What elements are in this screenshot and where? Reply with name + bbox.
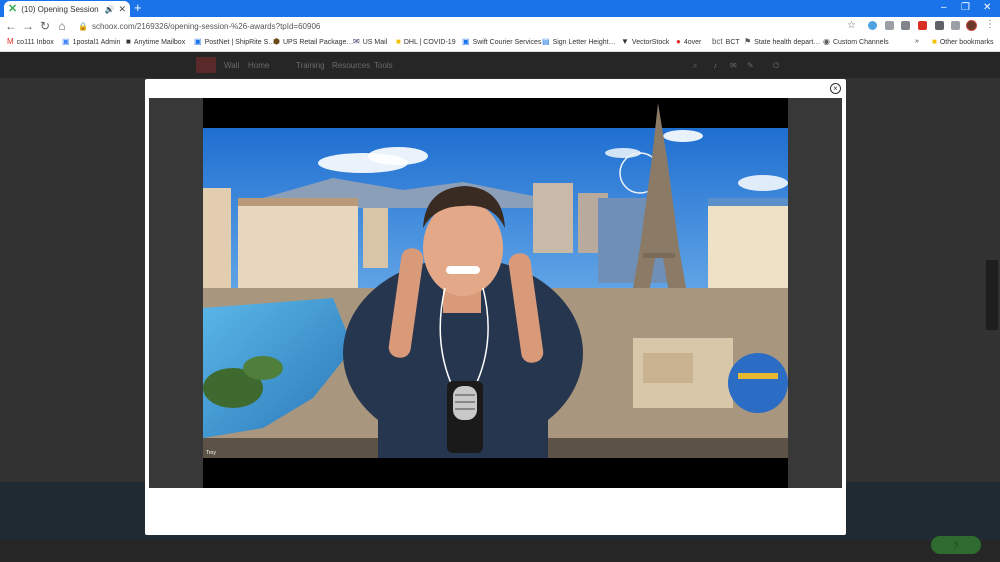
user-menu-icon[interactable]: ⏻ — [773, 61, 779, 71]
browser-toolbar: ← → ↻ ⌂ 🔒 schoox.com/2169326/opening-ses… — [0, 17, 1000, 36]
bookmark-item[interactable]: ■ Anytime Mailbox — [126, 38, 185, 46]
help-button[interactable]: ? — [931, 536, 981, 554]
bookmark-item[interactable]: ● 4over — [676, 38, 701, 46]
bookmark-item[interactable]: ▣ Swift Courier Services — [462, 38, 541, 46]
address-bar[interactable]: 🔒 schoox.com/2169326/opening-session-%26… — [78, 19, 858, 34]
bookmark-item[interactable]: ▣ PostNet | ShipRite S… — [194, 38, 275, 46]
forward-arrow-icon[interactable]: → — [19, 19, 37, 33]
mailbox-icon: ■ — [126, 37, 131, 46]
profile-avatar[interactable] — [966, 20, 977, 31]
bookmark-item[interactable]: Mco111 Inbox — [7, 38, 54, 46]
dhl-icon: ■ — [396, 37, 401, 46]
chat-icon[interactable]: ✎ — [747, 61, 754, 70]
reading-list-icon[interactable] — [951, 21, 960, 30]
speaker-icon[interactable]: 🔊 — [104, 5, 114, 14]
gmail-icon: M — [7, 37, 14, 46]
site-logo[interactable] — [196, 57, 216, 73]
download-extension-icon[interactable] — [885, 21, 894, 30]
nav-item-wall[interactable]: Wall — [224, 61, 239, 70]
bookmark-item[interactable]: ✉ US Mail — [353, 38, 387, 46]
folder-icon: ■ — [932, 37, 937, 46]
video-frame[interactable]: Troy — [203, 98, 788, 488]
bookmark-star-icon[interactable]: ☆ — [847, 20, 856, 31]
bookmark-item[interactable]: ■ DHL | COVID-19 — [396, 38, 456, 46]
page-footer — [0, 540, 1000, 562]
sign-icon: ▤ — [542, 37, 550, 46]
lock-icon[interactable]: 🔒 — [78, 22, 88, 31]
question-icon: ? — [953, 540, 959, 550]
back-arrow-icon[interactable]: ← — [2, 19, 20, 33]
vectorstock-icon: ▼ — [621, 37, 629, 46]
video-still — [203, 98, 788, 488]
bookmark-item[interactable]: ▤ Sign Letter Height… — [542, 38, 616, 46]
puzzle-extension-icon[interactable] — [935, 21, 944, 30]
usps-icon: ✉ — [353, 37, 360, 46]
nav-item-resources[interactable]: Resources — [332, 61, 370, 70]
bookmark-item[interactable]: ▣ 1postal1 Admin — [62, 38, 120, 46]
tab-close-icon[interactable]: ✕ — [118, 4, 126, 15]
tab-title: (10) Opening Session & Awa… — [21, 4, 100, 14]
ups-icon: ⬢ — [273, 37, 280, 46]
home-icon[interactable]: ⌂ — [53, 19, 71, 33]
page-icon: ▣ — [62, 37, 70, 46]
restore-button[interactable]: ❐ — [961, 2, 970, 14]
courier-icon: ▣ — [462, 37, 470, 46]
window-close-button[interactable]: ✕ — [983, 2, 991, 14]
modal-close-button[interactable]: × — [830, 83, 841, 94]
other-bookmarks-folder[interactable]: ■ Other bookmarks — [932, 38, 994, 46]
more-bookmarks-button[interactable]: » — [915, 38, 919, 45]
video-player[interactable]: Troy — [149, 98, 842, 488]
cloud-extension-icon[interactable] — [868, 21, 877, 30]
browser-tab-active[interactable]: ✕ (10) Opening Session & Awa… 🔊 ✕ — [4, 1, 130, 17]
reload-icon[interactable]: ↻ — [36, 19, 54, 33]
bookmark-item[interactable]: ⬢ UPS Retail Package… — [273, 38, 353, 46]
bookmarks-bar: Mco111 Inbox ▣ 1postal1 Admin ■ Anytime Ma… — [0, 36, 1000, 52]
4over-icon: ● — [676, 37, 681, 46]
bookmark-item[interactable]: ⚑ State health depart… — [744, 38, 820, 46]
nav-item-tools[interactable]: Tools — [374, 61, 393, 70]
new-tab-button[interactable]: + — [134, 1, 142, 15]
nav-item-home[interactable]: Home — [248, 61, 269, 70]
bookmark-item[interactable]: ◉ Custom Channels — [823, 38, 889, 46]
search-icon[interactable]: ⌕ — [693, 61, 697, 71]
menu-kebab-icon[interactable]: ⋮ — [985, 19, 995, 30]
channels-icon: ◉ — [823, 37, 830, 46]
browser-tab-strip: ✕ (10) Opening Session & Awa… 🔊 ✕ + – ❐ … — [0, 0, 1000, 17]
video-modal: × Troy — [145, 79, 846, 535]
schoox-favicon-icon: ✕ — [8, 2, 18, 15]
pdf-extension-icon[interactable] — [918, 21, 927, 30]
url-text: schoox.com/2169326/opening-session-%26-a… — [91, 22, 321, 31]
bookmark-item[interactable]: bct BCT — [712, 38, 740, 46]
feedback-side-tab[interactable] — [986, 260, 998, 330]
nav-item-training[interactable]: Training — [296, 61, 325, 70]
bct-icon: bct — [712, 37, 723, 46]
participant-name-label: Troy — [206, 450, 216, 456]
postnet-icon: ▣ — [194, 37, 202, 46]
site-navigation: Wall Home Training Resources Tools ⌕ ♪ ✉… — [0, 52, 1000, 78]
mail-icon[interactable]: ✉ — [730, 61, 737, 70]
bell-icon[interactable]: ♪ — [713, 61, 717, 70]
minimize-button[interactable]: – — [941, 2, 947, 14]
bookmark-item[interactable]: ▼ VectorStock — [621, 38, 669, 46]
grammar-extension-icon[interactable] — [901, 21, 910, 30]
gov-icon: ⚑ — [744, 37, 752, 46]
